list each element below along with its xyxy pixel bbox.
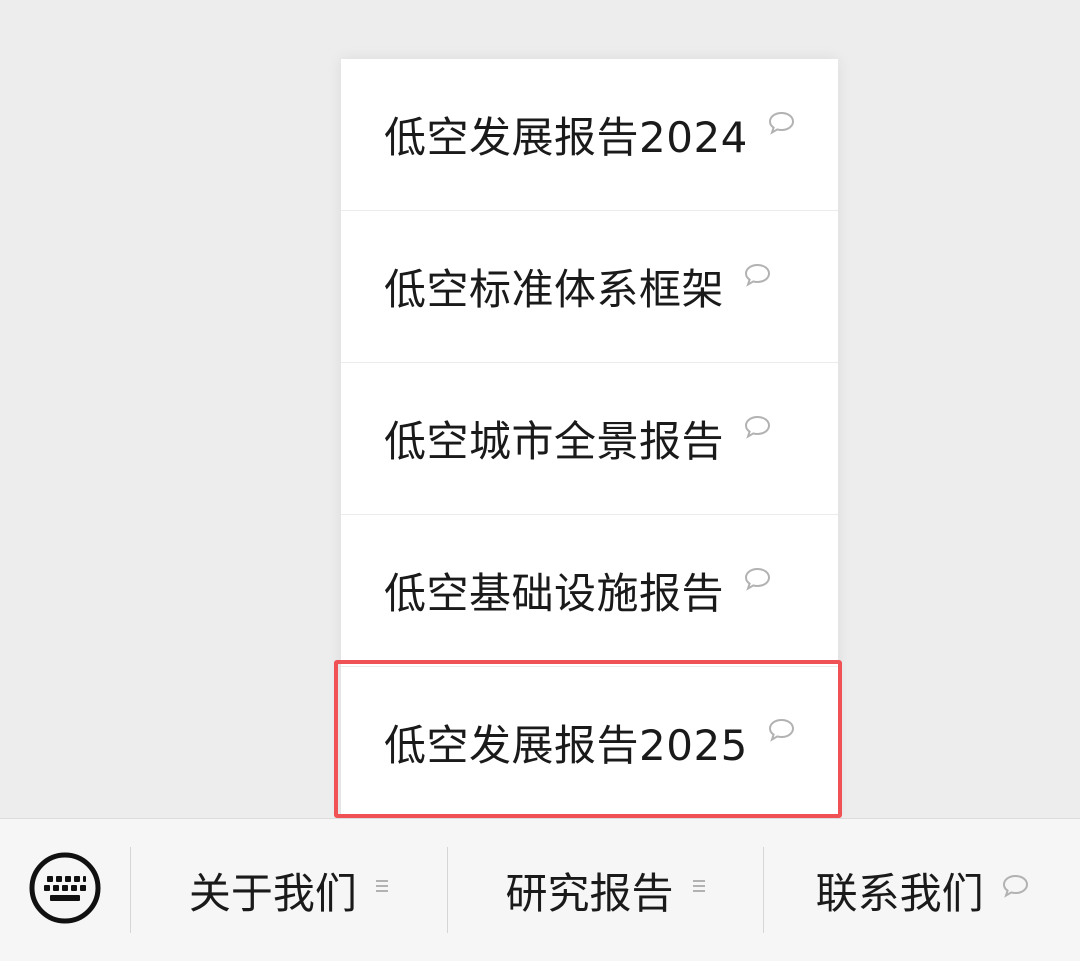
submenu-item-label: 低空发展报告2024 <box>384 113 748 162</box>
submenu-item-infrastructure[interactable]: 低空基础设施报告 <box>341 515 838 667</box>
chat-bubble-icon <box>768 718 795 742</box>
chat-bubble-icon <box>768 111 795 135</box>
keyboard-toggle-button[interactable] <box>0 819 130 961</box>
bottom-menu-bar: 关于我们 研究报告 联系我们 <box>0 818 1080 961</box>
submenu-item-label: 低空标准体系框架 <box>384 265 725 314</box>
menu-tab-label: 研究报告 <box>505 868 674 918</box>
menu-tab-contact-us[interactable]: 联系我们 <box>764 819 1080 961</box>
menu-tab-label: 关于我们 <box>188 868 357 918</box>
submenu-item-label: 低空发展报告2025 <box>384 720 748 770</box>
submenu-item-label: 低空基础设施报告 <box>384 569 725 618</box>
chat-bubble-icon <box>744 263 771 287</box>
submenu-item-city-panorama[interactable]: 低空城市全景报告 <box>341 363 838 515</box>
chat-bubble-icon <box>744 415 771 439</box>
submenu-popup: 低空发展报告2024 低空标准体系框架 低空城市全景报告 低空基础设施报告 低空… <box>341 59 838 817</box>
menu-tab-about-us[interactable]: 关于我们 <box>131 819 447 961</box>
submenu-item-report-2025[interactable]: 低空发展报告2025 <box>341 667 838 817</box>
submenu-lines-icon <box>375 878 389 894</box>
chat-bubble-icon <box>1002 874 1029 898</box>
submenu-item-standard-framework[interactable]: 低空标准体系框架 <box>341 211 838 363</box>
keyboard-icon <box>28 851 102 929</box>
menu-tab-research-reports[interactable]: 研究报告 <box>448 819 764 961</box>
chat-bubble-icon <box>744 567 771 591</box>
submenu-item-report-2024[interactable]: 低空发展报告2024 <box>341 59 838 211</box>
submenu-item-label: 低空城市全景报告 <box>384 417 725 466</box>
submenu-lines-icon <box>692 878 706 894</box>
menu-tab-label: 联系我们 <box>815 868 984 918</box>
